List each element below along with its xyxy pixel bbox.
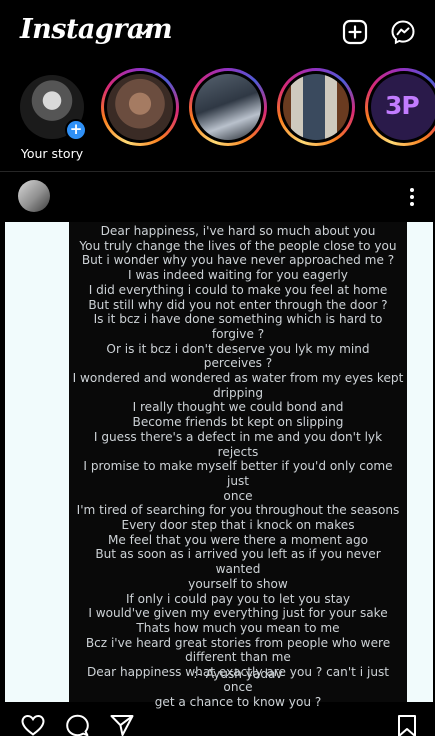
new-post-icon[interactable] [342,19,368,45]
comment-icon[interactable] [64,714,90,736]
story-ring: 3P [365,68,435,146]
poem-line: Is it bcz i have done something which is… [93,312,383,327]
poem-line: If only i could pay you to let you stay [125,591,351,606]
poem-line: I promise to make myself better if you'd… [83,459,393,488]
post-header [0,172,435,222]
poem-line: Every door step that i knock on makes [121,518,355,533]
poem-line: I guess there's a defect in me and you d… [93,429,383,459]
share-icon[interactable] [109,714,135,736]
story-avatar [283,74,349,140]
poem-line: Dear happiness, i've hard so much about … [100,224,376,238]
poem-line: forgive ? [211,326,265,341]
poem-line: dripping [212,385,264,400]
story-item[interactable]: 3P [365,66,435,166]
story-ring [101,68,179,146]
poem-line: I really thought we could bond and [132,400,344,415]
your-story-label: Your story [20,146,84,161]
story-item[interactable] [189,66,271,166]
story-item[interactable] [101,66,183,166]
poem-line: But i wonder why you have never approach… [81,253,395,268]
story-avatar [195,74,261,140]
story-ring [189,68,267,146]
more-options-icon[interactable] [406,186,418,208]
poem-line: Become friends bt kept on slipping [132,415,344,430]
top-bar: Instagram [0,0,435,64]
poem-line: Me feel that you were there a moment ago [107,532,369,547]
poem-line: But as soon as i arrived you left as if … [95,547,381,577]
poem-line: Thats how much you mean to me [136,620,340,635]
poem-line: yourself to show [188,576,288,591]
poem-text: Dear happiness, i've hard so much about … [72,224,404,709]
heart-icon[interactable] [20,714,46,736]
story-avatar: 3P [371,74,435,140]
poem-line: I wondered and wondered as water from my… [72,371,404,386]
poem-line: But still why did you not enter through … [88,297,388,312]
poem-author: :- Ayush yadav [193,667,283,681]
story-item[interactable] [277,66,359,166]
poem-line: I was indeed waiting for you eagerly [128,268,348,283]
poem-line: Bcz i've heard great stories from people… [85,635,391,650]
post-author-avatar[interactable] [18,180,50,212]
poem-line: You truly change the lives of the people… [79,238,397,253]
chevron-down-icon[interactable] [136,27,150,37]
poem-line: I would've given my everything just for … [88,606,388,621]
story-avatar [107,74,173,140]
bookmark-icon[interactable] [394,714,420,736]
poem-line: perceives ? [203,356,273,371]
poem-line: I'm tired of searching for you throughou… [76,503,400,518]
post-actions [0,704,435,736]
poem-line: different than me [185,650,291,665]
add-story-plus-icon[interactable]: + [65,119,87,141]
poem-line: once [223,488,253,503]
story-badge-text: 3P [385,91,420,120]
poem-line: Or is it bcz i don't deserve you lyk my … [106,341,370,356]
messenger-icon[interactable] [390,19,416,45]
story-ring [277,68,355,146]
poem-line: I did everything i could to make you fee… [88,282,388,297]
